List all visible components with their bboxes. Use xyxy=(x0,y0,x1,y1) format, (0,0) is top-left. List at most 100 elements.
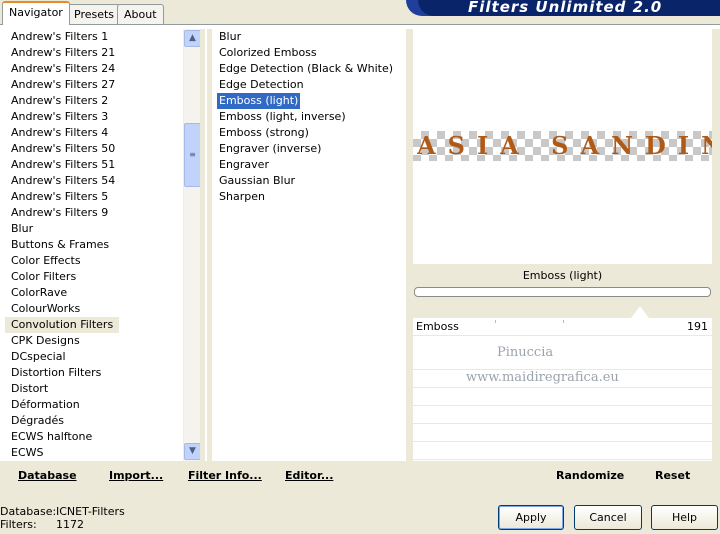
category-item[interactable]: Color Filters xyxy=(5,269,182,285)
filter-item-label: Gaussian Blur xyxy=(219,174,296,187)
filter-item[interactable]: Engraver (inverse) xyxy=(212,141,406,157)
filter-item[interactable]: Colorized Emboss xyxy=(212,45,406,61)
scroll-down-icon[interactable]: ▼ xyxy=(184,443,201,460)
filter-item[interactable]: Edge Detection (Black & White) xyxy=(212,61,406,77)
filter-item-label: Blur xyxy=(219,30,242,43)
category-item[interactable]: Distortion Filters xyxy=(5,365,182,381)
status-filters-label: Filters: xyxy=(0,518,37,531)
category-item-label: Blur xyxy=(11,222,34,235)
scroll-up-icon[interactable]: ▲ xyxy=(184,30,201,47)
category-item-label: ECWS halftone xyxy=(11,430,93,443)
category-item-label: ColourWorks xyxy=(11,302,81,315)
category-item[interactable]: Andrew's Filters 50 xyxy=(5,141,182,157)
cancel-button[interactable]: Cancel xyxy=(574,505,642,530)
category-item-label: Andrew's Filters 3 xyxy=(11,110,109,123)
filter-item-label: Emboss (light, inverse) xyxy=(219,110,346,123)
filter-name-label: Emboss (light) xyxy=(522,269,603,282)
category-item-label: Andrew's Filters 5 xyxy=(11,190,109,203)
category-item-label: Andrew's Filters 9 xyxy=(11,206,109,219)
category-item[interactable]: DCspecial xyxy=(5,349,182,365)
category-item[interactable]: Andrew's Filters 4 xyxy=(5,125,182,141)
category-item[interactable]: Andrew's Filters 24 xyxy=(5,61,182,77)
category-item[interactable]: Andrew's Filters 21 xyxy=(5,45,182,61)
tab-presets[interactable]: Presets xyxy=(67,4,122,24)
filter-item-label: Emboss (light) xyxy=(217,93,301,109)
filter-item[interactable]: Edge Detection xyxy=(212,77,406,93)
category-item[interactable]: Andrew's Filters 3 xyxy=(5,109,182,125)
control-row-emboss[interactable]: Emboss 191 xyxy=(413,318,712,336)
category-item-label: Convolution Filters xyxy=(5,317,120,333)
category-scrollbar[interactable]: ▲ ≡ ▼ xyxy=(183,29,201,461)
tab-about[interactable]: About xyxy=(117,4,164,24)
filter-item-label: Emboss (strong) xyxy=(219,126,309,139)
category-item[interactable]: ColourWorks xyxy=(5,301,182,317)
control-label: Emboss xyxy=(416,320,459,333)
status-filters: Filters: 1172 xyxy=(0,518,84,531)
filter-item[interactable]: Emboss (strong) xyxy=(212,125,406,141)
category-item[interactable]: CPK Designs xyxy=(5,333,182,349)
category-item-label: Andrew's Filters 51 xyxy=(11,158,116,171)
category-list[interactable]: Andrew's Filters 1 Andrew's Filters 21 And… xyxy=(5,29,182,461)
filter-item[interactable]: Emboss (light, inverse) xyxy=(212,109,406,125)
filter-item-label: Edge Detection (Black & White) xyxy=(219,62,394,75)
category-item-label: Déformation xyxy=(11,398,80,411)
category-item[interactable]: Andrew's Filters 27 xyxy=(5,77,182,93)
filter-item[interactable]: Blur xyxy=(212,29,406,45)
category-item-label: Distort xyxy=(11,382,49,395)
category-item-label: Andrew's Filters 24 xyxy=(11,62,116,75)
filter-item[interactable]: Sharpen xyxy=(212,189,406,205)
category-item[interactable]: Andrew's Filters 9 xyxy=(5,205,182,221)
help-button[interactable]: Help xyxy=(651,505,718,530)
category-item[interactable]: Convolution Filters xyxy=(5,317,182,333)
category-item-label: Color Filters xyxy=(11,270,77,283)
filter-item-label: Engraver xyxy=(219,158,269,171)
category-item[interactable]: Andrew's Filters 54 xyxy=(5,173,182,189)
category-item[interactable]: Andrew's Filters 1 xyxy=(5,29,182,45)
tab-navigator[interactable]: Navigator xyxy=(2,1,70,25)
category-item-label: Andrew's Filters 1 xyxy=(11,30,109,43)
category-item[interactable]: Andrew's Filters 51 xyxy=(5,157,182,173)
category-item-label: Dégradés xyxy=(11,414,64,427)
filter-item[interactable]: Engraver xyxy=(212,157,406,173)
category-item[interactable]: Déformation xyxy=(5,397,182,413)
filter-item[interactable]: Gaussian Blur xyxy=(212,173,406,189)
category-item[interactable]: Color Effects xyxy=(5,253,182,269)
filter-info-button[interactable]: Filter Info... xyxy=(188,469,262,482)
apply-button[interactable]: Apply xyxy=(498,505,564,530)
status-database-label: Database: xyxy=(0,505,57,518)
category-item[interactable]: Andrew's Filters 2 xyxy=(5,93,182,109)
database-button[interactable]: Database xyxy=(18,469,77,482)
editor-button[interactable]: Editor... xyxy=(285,469,333,482)
filter-list[interactable]: Blur Colorized Emboss Edge Detection (Blac… xyxy=(212,29,406,461)
control-row-empty xyxy=(413,408,712,424)
bottom-toolbar: Database Import... Filter Info... Editor… xyxy=(0,461,720,492)
randomize-button[interactable]: Randomize xyxy=(556,469,624,482)
category-item-label: DCspecial xyxy=(11,350,66,363)
category-item[interactable]: ECWS xyxy=(5,445,182,461)
reset-button[interactable]: Reset xyxy=(655,469,690,482)
category-item[interactable]: ColorRave xyxy=(5,285,182,301)
control-row-empty xyxy=(413,426,712,442)
import-button[interactable]: Import... xyxy=(109,469,163,482)
category-item[interactable]: Andrew's Filters 5 xyxy=(5,189,182,205)
filter-item-label: Engraver (inverse) xyxy=(219,142,322,155)
category-item[interactable]: Buttons & Frames xyxy=(5,237,182,253)
category-item[interactable]: ECWS halftone xyxy=(5,429,182,445)
scroll-thumb[interactable]: ≡ xyxy=(184,123,201,187)
watermark-url: www.maidiregrafica.eu xyxy=(466,370,619,385)
progress-bar xyxy=(414,287,711,297)
filter-item[interactable]: Emboss (light) xyxy=(212,93,406,109)
category-item[interactable]: Blur xyxy=(5,221,182,237)
category-item-label: Andrew's Filters 27 xyxy=(11,78,116,91)
category-item-label: Andrew's Filters 2 xyxy=(11,94,109,107)
category-item[interactable]: Distort xyxy=(5,381,182,397)
filter-controls: Emboss 191 xyxy=(413,318,712,461)
category-item-label: Andrew's Filters 4 xyxy=(11,126,109,139)
pane-divider xyxy=(200,29,205,461)
status-database-value: ICNET-Filters xyxy=(56,505,125,518)
category-item[interactable]: Dégradés xyxy=(5,413,182,429)
filter-item-label: Colorized Emboss xyxy=(219,46,317,59)
slider-pointer-icon xyxy=(631,306,649,318)
control-value[interactable]: 191 xyxy=(687,320,708,333)
category-item-label: Andrew's Filters 54 xyxy=(11,174,116,187)
